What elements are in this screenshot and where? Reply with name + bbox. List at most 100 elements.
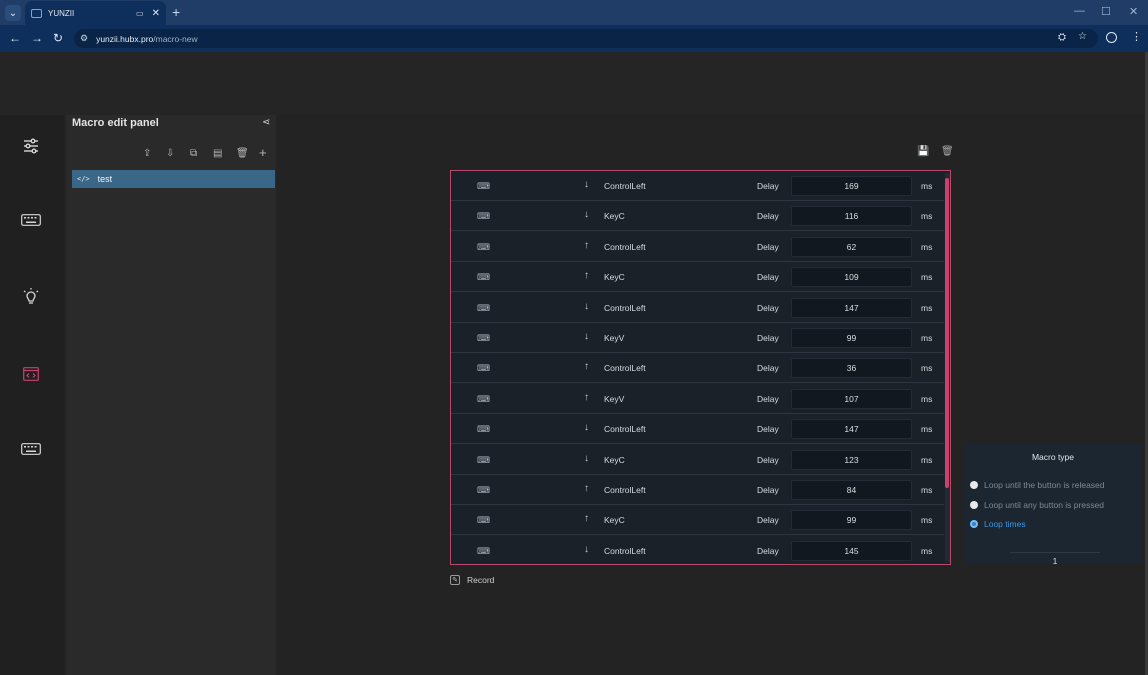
address-bar: ← → ↻ ⚙ yunzii.hubx.pro/macro-new ⛭ ☆ ⋮ <box>0 25 1148 52</box>
macro-step-row[interactable]: ⌨ ↓ ControlLeft Delay 145 ms <box>451 536 944 564</box>
macro-step-row[interactable]: ⌨ ↓ ControlLeft Delay 169 ms <box>451 171 944 201</box>
macro-step-row[interactable]: ⌨ ↓ ControlLeft Delay 147 ms <box>451 293 944 323</box>
macro-step-row[interactable]: ⌨ ↑ ControlLeft Delay 84 ms <box>451 475 944 505</box>
radio-button-selected[interactable] <box>970 520 978 528</box>
trash-icon[interactable]: 🗑 <box>941 146 954 157</box>
browser-tab[interactable]: YUNZII ▭ ✕ <box>25 1 166 25</box>
key-name: KeyV <box>604 393 625 404</box>
close-icon[interactable]: ✕ <box>152 8 160 19</box>
key-direction-icon: ↑ <box>584 391 589 403</box>
macro-step-row[interactable]: ⌨ ↑ KeyV Delay 107 ms <box>451 384 944 414</box>
delay-input[interactable]: 147 <box>791 419 912 440</box>
delay-label: Delay <box>757 485 779 495</box>
macro-step-row[interactable]: ⌨ ↑ ControlLeft Delay 36 ms <box>451 353 944 384</box>
key-name: KeyC <box>604 272 625 283</box>
paste-icon[interactable]: ▤ <box>213 148 222 159</box>
translate-icon[interactable]: ⛭ <box>1058 32 1066 43</box>
site-info-icon[interactable]: ⚙ <box>80 33 88 44</box>
tab-title: YUNZII <box>48 8 75 18</box>
maximize-icon[interactable]: ☐ <box>1101 5 1111 18</box>
delay-label: Delay <box>757 302 779 313</box>
macro-steps-list[interactable]: ⌨ ↓ ControlLeft Delay 169 ms ⌨ ↓ KeyC Delay 116 ms ⌨… <box>450 170 951 565</box>
delay-input[interactable]: 145 <box>791 540 912 561</box>
macro-code-icon[interactable] <box>18 363 44 385</box>
tab-search-chevron-icon[interactable]: ⌄ <box>5 5 21 21</box>
option-loop-until-any-pressed[interactable]: Loop until any button is pressed <box>970 500 1104 510</box>
delay-label: Delay <box>757 333 779 343</box>
add-macro-icon[interactable]: + <box>259 145 267 160</box>
key-name: ControlLeft <box>604 485 646 495</box>
delay-input[interactable]: 123 <box>791 449 912 470</box>
save-icon[interactable]: 💾 <box>917 146 929 157</box>
sliders-icon[interactable] <box>18 135 44 157</box>
keyboard-settings-icon[interactable] <box>18 438 44 460</box>
delay-input[interactable]: 99 <box>791 510 912 531</box>
delay-input[interactable]: 62 <box>791 236 912 257</box>
delay-input[interactable]: 116 <box>791 206 912 227</box>
minimize-icon[interactable]: — <box>1074 5 1085 17</box>
url-field[interactable]: ⚙ yunzii.hubx.pro/macro-new ⛭ ☆ <box>74 29 1098 48</box>
macro-step-row[interactable]: ⌨ ↓ KeyC Delay 116 ms <box>451 201 944 232</box>
panel-title: Macro edit panel <box>72 117 159 129</box>
list-scrollbar[interactable] <box>945 173 950 562</box>
radio-button[interactable] <box>970 501 978 509</box>
volume-icon[interactable]: ▭ <box>136 9 144 18</box>
delay-input[interactable]: 99 <box>791 328 912 348</box>
record-button[interactable]: ✎ Record <box>450 575 494 585</box>
window-close-icon[interactable]: ✕ <box>1129 5 1138 18</box>
keyboard-icon[interactable] <box>18 209 44 231</box>
keyboard-icon: ⌨ <box>477 211 490 222</box>
macro-step-row[interactable]: ⌨ ↑ ControlLeft Delay 62 ms <box>451 232 944 262</box>
delay-input[interactable]: 84 <box>791 480 912 500</box>
macro-list-item[interactable]: </> test <box>72 170 275 188</box>
delay-input[interactable]: 147 <box>791 297 912 318</box>
keyboard-icon: ⌨ <box>477 272 490 283</box>
key-direction-icon: ↓ <box>584 300 589 312</box>
delay-input[interactable]: 107 <box>791 388 912 409</box>
key-name: ControlLeft <box>604 241 646 252</box>
lightbulb-icon[interactable] <box>18 286 44 308</box>
more-menu-icon[interactable]: ⋮ <box>1131 30 1142 43</box>
export-icon[interactable]: ⇪ <box>143 148 151 159</box>
option-loop-until-released[interactable]: Loop until the button is released <box>970 480 1105 490</box>
reload-icon[interactable]: ↻ <box>53 31 63 45</box>
code-icon: </> <box>77 175 90 183</box>
radio-button[interactable] <box>970 481 978 489</box>
profile-icon[interactable] <box>1106 32 1117 43</box>
key-name: KeyC <box>604 211 625 222</box>
macro-step-row[interactable]: ⌨ ↓ KeyC Delay 123 ms <box>451 445 944 475</box>
delay-label: Delay <box>757 211 779 222</box>
back-icon[interactable]: ← <box>9 31 21 45</box>
key-direction-icon: ↓ <box>584 331 589 342</box>
macro-step-row[interactable]: ⌨ ↑ KeyC Delay 109 ms <box>451 262 944 293</box>
key-name: KeyV <box>604 333 625 343</box>
share-icon[interactable]: ⋖ <box>262 117 270 128</box>
forward-icon[interactable]: → <box>31 31 43 45</box>
bookmark-star-icon[interactable]: ☆ <box>1078 31 1087 42</box>
delay-input[interactable]: 109 <box>791 267 912 288</box>
key-name: ControlLeft <box>604 302 646 313</box>
import-icon[interactable]: ⇩ <box>166 148 174 159</box>
edit-icon: ✎ <box>450 575 460 585</box>
delay-label: Delay <box>757 181 779 191</box>
option-label: Loop until any button is pressed <box>984 500 1105 510</box>
loop-count-input[interactable]: 1 <box>1010 552 1100 566</box>
key-direction-icon: ↓ <box>584 209 589 221</box>
browser-tab-bar: ⌄ YUNZII ▭ ✕ + — ☐ ✕ <box>0 0 1148 25</box>
option-loop-times[interactable]: Loop times <box>970 519 1026 529</box>
delay-input[interactable]: 169 <box>791 176 912 196</box>
macro-step-row[interactable]: ⌨ ↓ ControlLeft Delay 147 ms <box>451 414 944 445</box>
new-tab-icon[interactable]: + <box>172 4 180 20</box>
key-direction-icon: ↑ <box>584 361 589 373</box>
delete-icon[interactable]: 🗑 <box>236 148 249 159</box>
copy-icon[interactable]: ⧉ <box>190 148 197 159</box>
delay-unit: ms <box>921 545 933 556</box>
macro-step-row[interactable]: ⌨ ↓ KeyV Delay 99 ms <box>451 323 944 353</box>
delay-label: Delay <box>757 454 779 465</box>
macro-step-row[interactable]: ⌨ ↑ KeyC Delay 99 ms <box>451 505 944 536</box>
key-name: KeyC <box>604 454 625 465</box>
list-scroll-thumb[interactable] <box>945 178 949 488</box>
delay-input[interactable]: 36 <box>791 358 912 379</box>
delay-label: Delay <box>757 515 779 526</box>
delay-unit: ms <box>921 424 933 435</box>
